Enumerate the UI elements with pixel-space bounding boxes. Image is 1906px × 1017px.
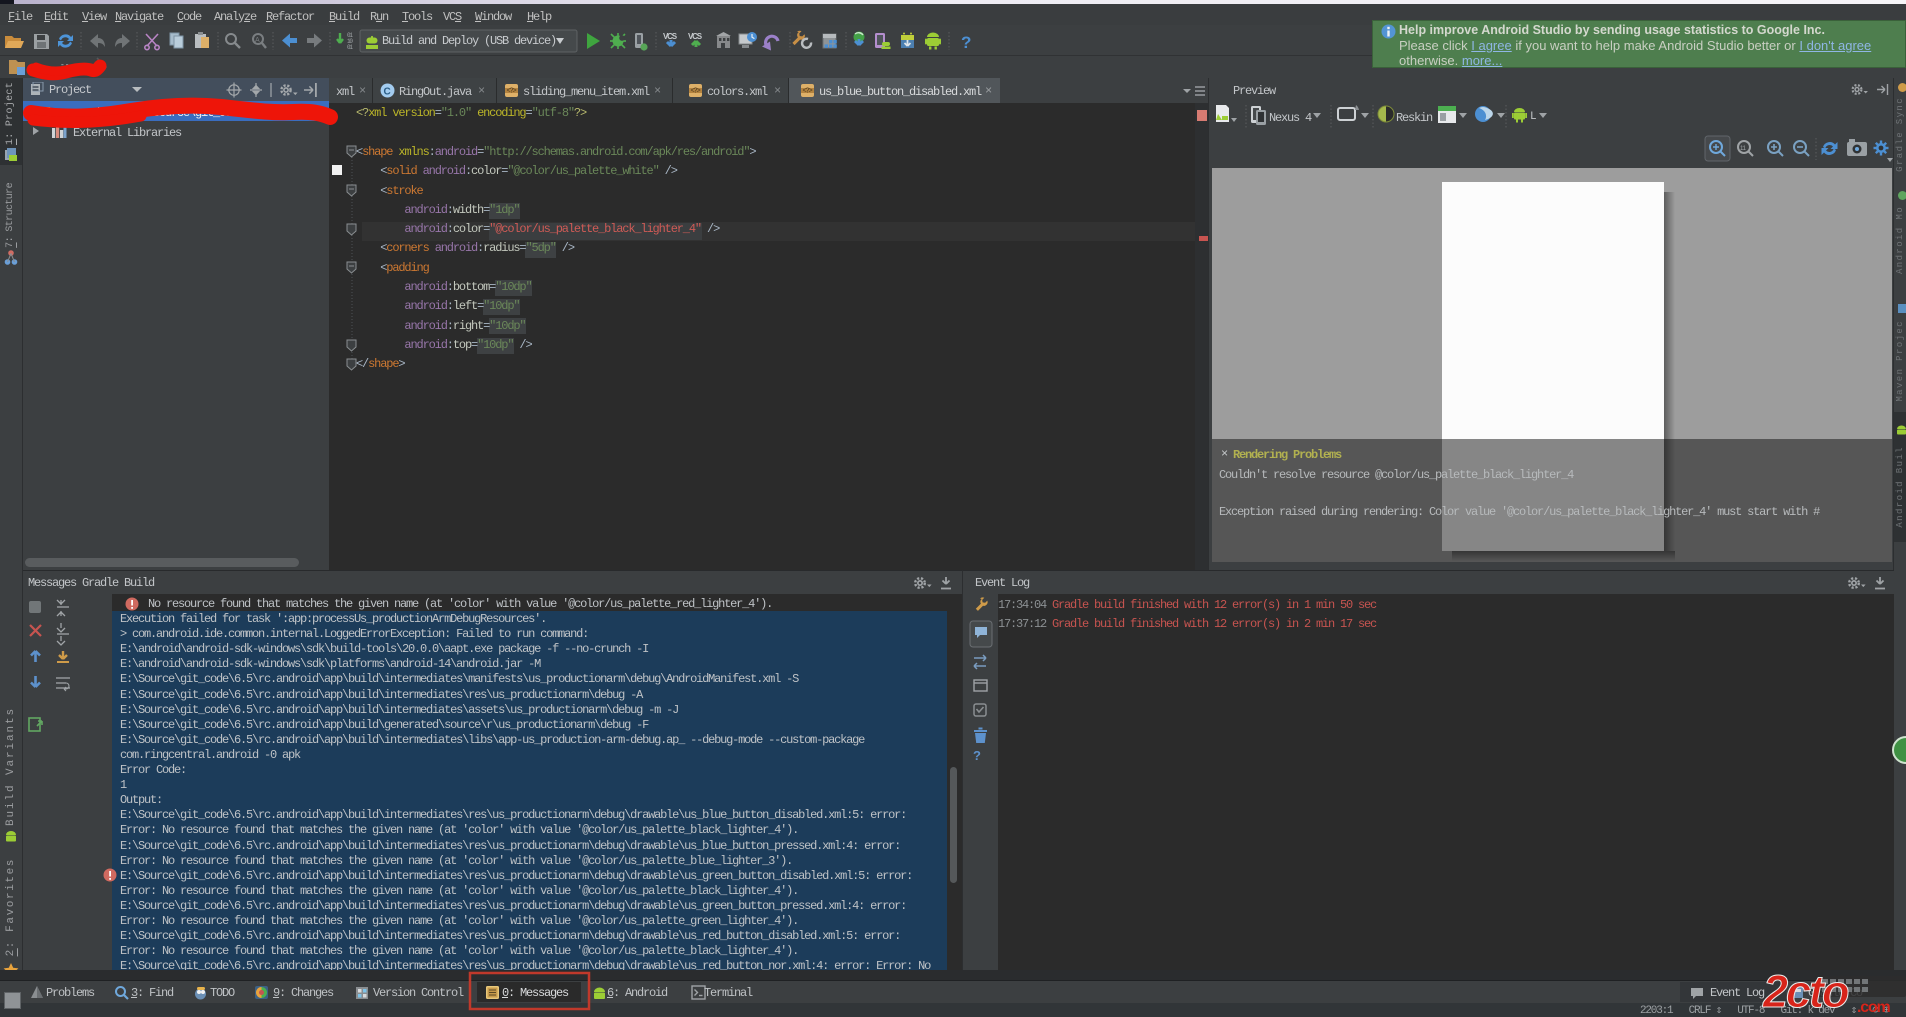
svg-text:01: 01 [347,44,353,51]
svg-text:1:1: 1:1 [1740,146,1747,152]
svg-text:VCS: VCS [688,32,703,41]
svg-text:<?>: <?> [803,88,813,96]
svg-text:<?>: <?> [507,88,517,96]
svg-text:VCS: VCS [663,32,678,41]
svg-text:?: ? [961,33,971,52]
svg-text:C: C [384,87,391,98]
svg-text:<?>: <?> [691,88,701,96]
svg-text:?: ? [973,748,981,763]
svg-text:?: ? [28,741,36,744]
svg-text:L: L [1530,111,1536,123]
svg-text:-- - .: -- - . [60,61,89,70]
